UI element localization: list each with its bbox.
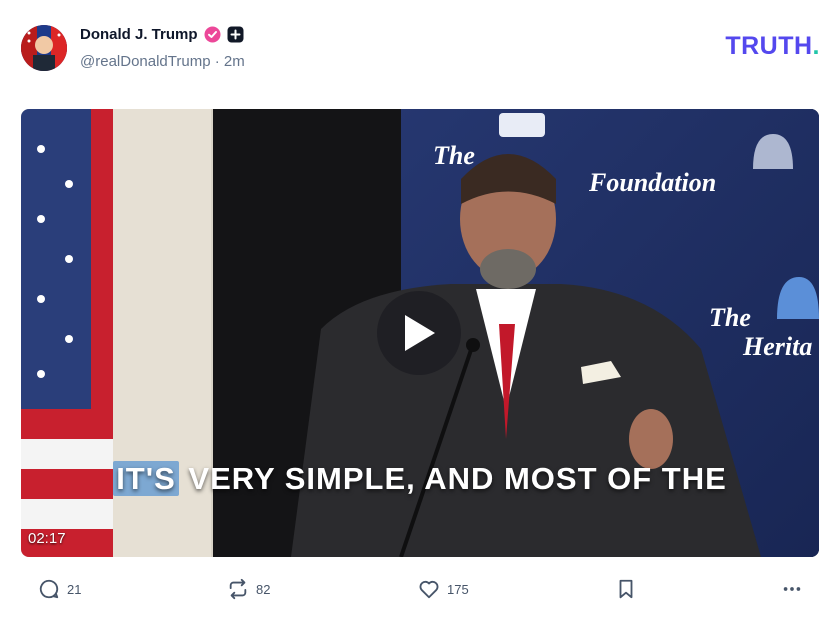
caption-rest: VERY SIMPLE, AND MOST OF THE xyxy=(178,461,727,496)
post-actions: 21 82 175 xyxy=(21,578,819,608)
logo-dot: . xyxy=(812,32,820,60)
separator: · xyxy=(214,53,220,70)
banner-text-2: Foundation xyxy=(588,168,716,197)
banner-text-1: The xyxy=(433,141,475,170)
reply-button[interactable]: 21 xyxy=(38,578,81,600)
bookmark-icon xyxy=(619,579,633,599)
bookmark-button[interactable] xyxy=(615,578,637,600)
video-caption: IT'S VERY SIMPLE, AND MOST OF THE xyxy=(21,461,819,497)
author-handle-row: @realDonaldTrump · 2m xyxy=(80,53,245,70)
caption-highlight: IT'S xyxy=(113,461,179,496)
reply-count: 21 xyxy=(67,581,82,597)
play-icon xyxy=(405,315,435,351)
like-button[interactable]: 175 xyxy=(418,578,469,600)
author-name[interactable]: Donald J. Trump xyxy=(80,26,198,43)
retruth-count: 82 xyxy=(256,581,271,597)
banner-text-3: The xyxy=(709,303,751,332)
comment-icon xyxy=(39,579,59,599)
video-duration: 02:17 xyxy=(28,530,66,547)
author-avatar[interactable] xyxy=(21,25,67,71)
author-handle[interactable]: @realDonaldTrump xyxy=(80,53,211,70)
logo-text: TRUTH xyxy=(725,32,813,60)
heart-icon xyxy=(419,580,439,599)
verified-badge-icon xyxy=(204,26,221,43)
more-icon xyxy=(783,587,801,591)
retruth-icon xyxy=(229,578,247,600)
banner-text-4: Herita xyxy=(742,332,812,361)
author-name-row: Donald J. Trump xyxy=(80,26,244,43)
play-button[interactable] xyxy=(377,291,461,375)
video-player[interactable]: The Foundation The Herita IT'S VERY SIMP… xyxy=(21,109,819,557)
like-count: 175 xyxy=(447,581,469,597)
post-time[interactable]: 2m xyxy=(224,53,245,70)
more-button[interactable] xyxy=(781,578,803,600)
truth-logo[interactable]: TRUTH. xyxy=(725,32,820,61)
retruth-button[interactable]: 82 xyxy=(227,578,270,600)
truth-plus-icon xyxy=(227,26,244,43)
